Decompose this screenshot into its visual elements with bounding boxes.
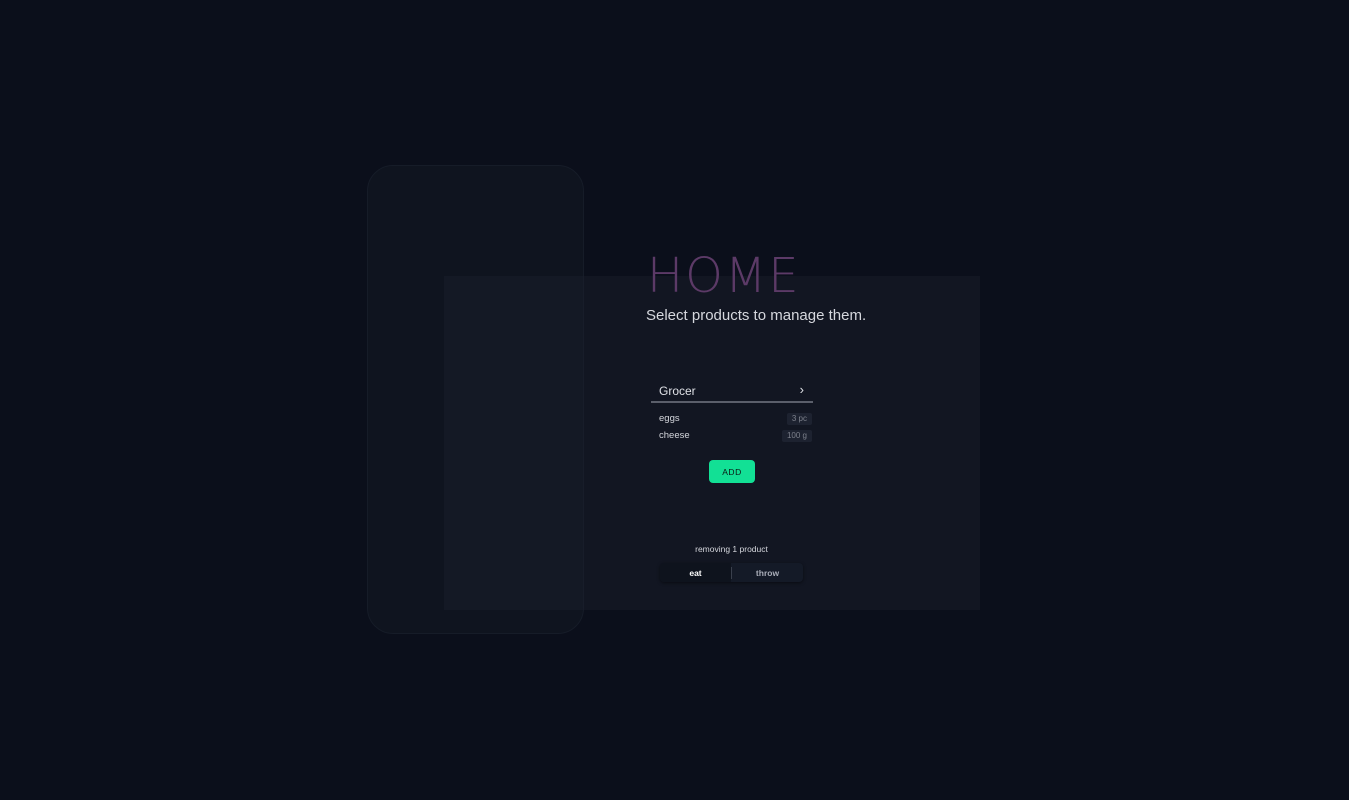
- page-subtitle: Select products to manage them.: [646, 307, 867, 324]
- product-name: cheese: [659, 430, 690, 441]
- quantity-badge: 3 pc: [786, 413, 812, 425]
- product-row-eggs[interactable]: eggs 3 pc: [651, 412, 813, 426]
- removing-status: removing 1 product: [695, 544, 768, 554]
- product-name: eggs: [659, 413, 680, 424]
- app-screen: HOME Select products to manage them. Gro…: [0, 0, 1349, 800]
- remove-mode-toggle: eat throw: [660, 563, 803, 582]
- throw-button[interactable]: throw: [732, 563, 803, 582]
- chevron-right-icon: ›: [799, 382, 804, 397]
- quantity-badge: 100 g: [781, 430, 812, 442]
- page-title: HOME: [647, 248, 801, 304]
- store-name: Grocer: [659, 384, 696, 398]
- product-row-cheese[interactable]: cheese 100 g: [651, 429, 813, 443]
- eat-button[interactable]: eat: [660, 563, 731, 582]
- content-panel: [444, 276, 980, 610]
- add-button[interactable]: ADD: [709, 460, 755, 483]
- store-header-grocer[interactable]: Grocer ›: [651, 382, 813, 403]
